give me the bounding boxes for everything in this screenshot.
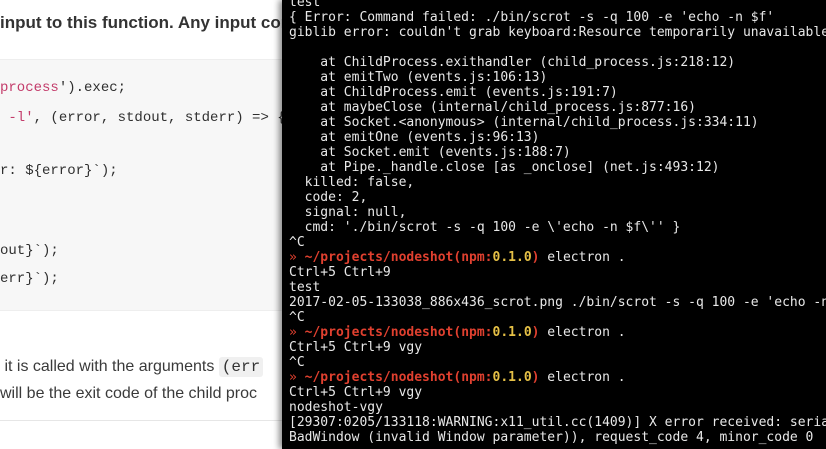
terminal-window[interactable]: test{ Error: Command failed: ./bin/scrot… <box>282 0 826 449</box>
terminal-output-line: giblib error: couldn't grab keyboard:Res… <box>289 25 826 40</box>
prompt-command: electron . <box>539 370 626 385</box>
code-line: process').exec; <box>0 80 126 96</box>
doc-paragraph-exit-code: will be the exit code of the child proc <box>0 385 258 402</box>
terminal-output-line: at ChildProcess.emit (events.js:191:7) <box>289 85 618 100</box>
code-line: r: ${error}`); <box>0 163 118 179</box>
code-token: r: ${error}`); <box>0 163 118 179</box>
prompt-path: ~/projects/nodeshot <box>304 325 454 340</box>
prompt-arrow: » <box>289 370 305 385</box>
terminal-prompt-line: » ~/projects/nodeshot(npm:0.1.0) electro… <box>289 370 626 385</box>
terminal-output-line: at emitTwo (events.js:106:13) <box>289 70 548 85</box>
code-token: out}`); <box>0 243 59 259</box>
terminal-output-line: { Error: Command failed: ./bin/scrot -s … <box>289 10 775 25</box>
doc-paragraph-arguments: it is called with the arguments (err <box>0 357 264 377</box>
code-string-token: -l' <box>0 110 34 126</box>
doc-divider <box>0 420 290 421</box>
code-token: err}`); <box>0 271 59 287</box>
terminal-output-line: Ctrl+5 Ctrl+9 vgy <box>289 340 423 355</box>
prompt-arrow: » <box>289 325 305 340</box>
prompt-npm-label: (npm: <box>453 370 493 385</box>
prompt-version: 0.1.0 <box>492 325 532 340</box>
terminal-output-line: test <box>289 280 321 295</box>
screen: input to this function. Any input con pr… <box>0 0 826 449</box>
terminal-output-line: at Socket.<anonymous> (internal/child_pr… <box>289 115 759 130</box>
prompt-arrow: » <box>289 250 305 265</box>
terminal-output-line: [29307:0205/133118:WARNING:x11_util.cc(1… <box>289 415 826 430</box>
terminal-output-line: at ChildProcess.exithandler (child_proce… <box>289 55 736 70</box>
code-token: , (error, stdout, stderr) => { <box>33 110 286 126</box>
terminal-output-line: BadWindow (invalid Window parameter)), r… <box>289 430 814 445</box>
terminal-output-line: at maybeClose (internal/child_process.js… <box>289 100 696 115</box>
terminal-output-line: signal: null, <box>289 205 407 220</box>
code-line: out}`); <box>0 243 59 259</box>
terminal-output-line: ^C <box>289 355 305 370</box>
terminal-output-line: cmd: './bin/scrot -s -q 100 -e \'echo -n… <box>289 220 681 235</box>
code-string-token: process <box>0 80 59 96</box>
inline-code-args: (err <box>218 357 264 377</box>
terminal-output-line: at emitOne (events.js:96:13) <box>289 130 540 145</box>
terminal-output-line: test <box>289 0 321 10</box>
code-example-block: process').exec; -l', (error, stdout, std… <box>0 59 300 311</box>
terminal-prompt-line: » ~/projects/nodeshot(npm:0.1.0) electro… <box>289 325 626 340</box>
terminal-prompt-line: » ~/projects/nodeshot(npm:0.1.0) electro… <box>289 250 626 265</box>
terminal-output-line: at Socket.emit (events.js:188:7) <box>289 145 571 160</box>
terminal-output-line: ^C <box>289 235 305 250</box>
code-line: err}`); <box>0 271 59 287</box>
terminal-output-line: Ctrl+5 Ctrl+9 <box>289 265 391 280</box>
terminal-output-line: 2017-02-05-133038_886x436_scrot.png ./bi… <box>289 295 826 310</box>
prompt-version: 0.1.0 <box>492 370 532 385</box>
prompt-version: 0.1.0 <box>492 250 532 265</box>
terminal-output-line: killed: false, <box>289 175 415 190</box>
code-token: ').exec; <box>58 80 127 96</box>
doc-paragraph-text: it is called with the arguments <box>0 358 219 375</box>
terminal-output-line: code: 2, <box>289 190 368 205</box>
prompt-npm-label: (npm: <box>453 250 493 265</box>
prompt-path: ~/projects/nodeshot <box>304 250 454 265</box>
doc-heading: input to this function. Any input con <box>0 13 292 32</box>
terminal-output-line: nodeshot-vgy <box>289 400 383 415</box>
prompt-path: ~/projects/nodeshot <box>304 370 454 385</box>
prompt-command: electron . <box>539 250 626 265</box>
terminal-output-line: Ctrl+5 Ctrl+9 vgy <box>289 385 423 400</box>
prompt-command: electron . <box>539 325 626 340</box>
prompt-npm-label: (npm: <box>453 325 493 340</box>
terminal-output-line: ^C <box>289 310 305 325</box>
terminal-output-line: at Pipe._handle.close [as _onclose] (net… <box>289 160 720 175</box>
code-line: -l', (error, stdout, stderr) => { <box>0 110 286 126</box>
